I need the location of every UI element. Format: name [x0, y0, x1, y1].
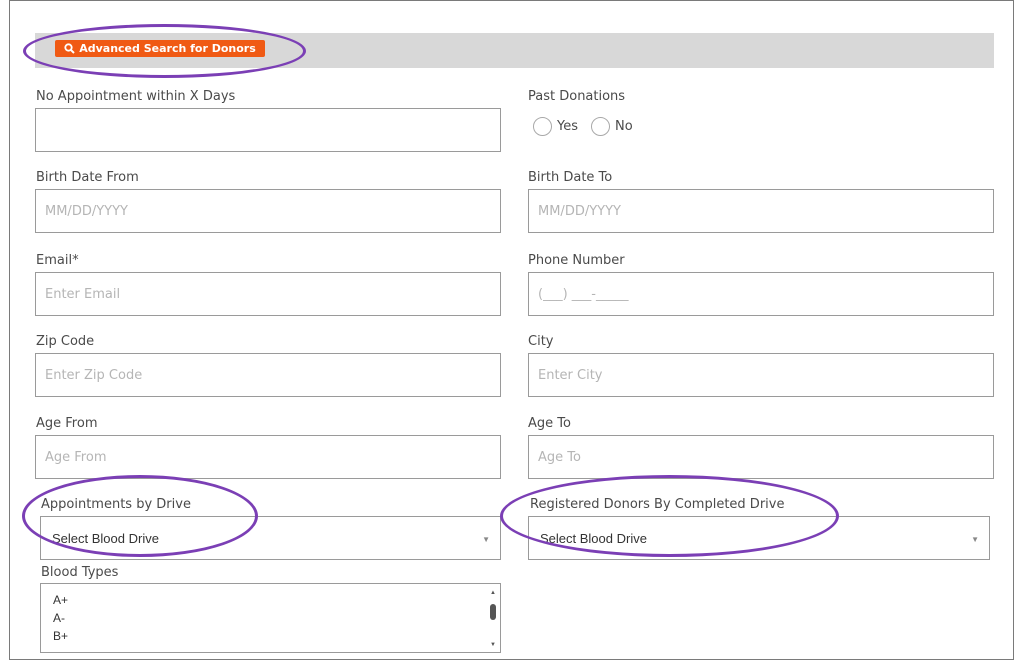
list-item[interactable]: A+	[53, 593, 68, 607]
list-item[interactable]: A-	[53, 611, 65, 625]
age-from-label: Age From	[36, 416, 98, 431]
listbox-scrollbar[interactable]: ▲ ▼	[489, 590, 497, 650]
no-appointment-input[interactable]	[35, 108, 501, 152]
radio-yes[interactable]	[533, 117, 552, 136]
city-label: City	[528, 334, 554, 349]
advanced-search-label: Advanced Search for Donors	[79, 42, 256, 55]
birth-date-to-input[interactable]: MM/DD/YYYY	[528, 189, 994, 233]
no-appointment-label: No Appointment within X Days	[36, 89, 236, 104]
birth-date-to-label: Birth Date To	[528, 170, 613, 185]
zip-code-label: Zip Code	[36, 334, 95, 349]
age-to-input[interactable]: Age To	[528, 435, 994, 479]
list-item[interactable]: B+	[53, 629, 68, 643]
phone-input[interactable]: (___) ___-_____	[528, 272, 994, 316]
scroll-down-icon[interactable]: ▼	[489, 642, 497, 648]
appointments-by-drive-label: Appointments by Drive	[41, 497, 191, 512]
email-input[interactable]: Enter Email	[35, 272, 501, 316]
birth-date-from-label: Birth Date From	[36, 170, 139, 185]
radio-no-label: No	[615, 119, 633, 134]
blood-types-label: Blood Types	[41, 565, 119, 580]
advanced-search-button[interactable]: Advanced Search for Donors	[55, 40, 265, 57]
radio-no[interactable]	[591, 117, 610, 136]
email-label: Email*	[36, 253, 79, 268]
past-donations-no[interactable]: No	[591, 117, 633, 136]
age-to-label: Age To	[528, 416, 571, 431]
registered-donors-select[interactable]: Select Blood Drive ▼	[528, 516, 990, 560]
zip-code-input[interactable]: Enter Zip Code	[35, 353, 501, 397]
search-icon	[64, 43, 75, 54]
past-donations-label: Past Donations	[528, 89, 626, 104]
radio-yes-label: Yes	[557, 119, 578, 134]
birth-date-from-input[interactable]: MM/DD/YYYY	[35, 189, 501, 233]
scroll-thumb[interactable]	[490, 604, 496, 620]
registered-donors-label: Registered Donors By Completed Drive	[530, 497, 785, 512]
chevron-down-icon: ▼	[971, 535, 979, 544]
city-input[interactable]: Enter City	[528, 353, 994, 397]
age-from-input[interactable]: Age From	[35, 435, 501, 479]
appointments-by-drive-select[interactable]: Select Blood Drive ▼	[40, 516, 501, 560]
past-donations-yes[interactable]: Yes	[533, 117, 578, 136]
blood-types-listbox[interactable]: A+ A- B+ ▲ ▼	[40, 583, 501, 653]
scroll-up-icon[interactable]: ▲	[489, 590, 497, 596]
registered-donors-value: Select Blood Drive	[540, 530, 647, 546]
appointments-by-drive-value: Select Blood Drive	[52, 530, 159, 546]
phone-label: Phone Number	[528, 253, 625, 268]
chevron-down-icon: ▼	[482, 535, 490, 544]
